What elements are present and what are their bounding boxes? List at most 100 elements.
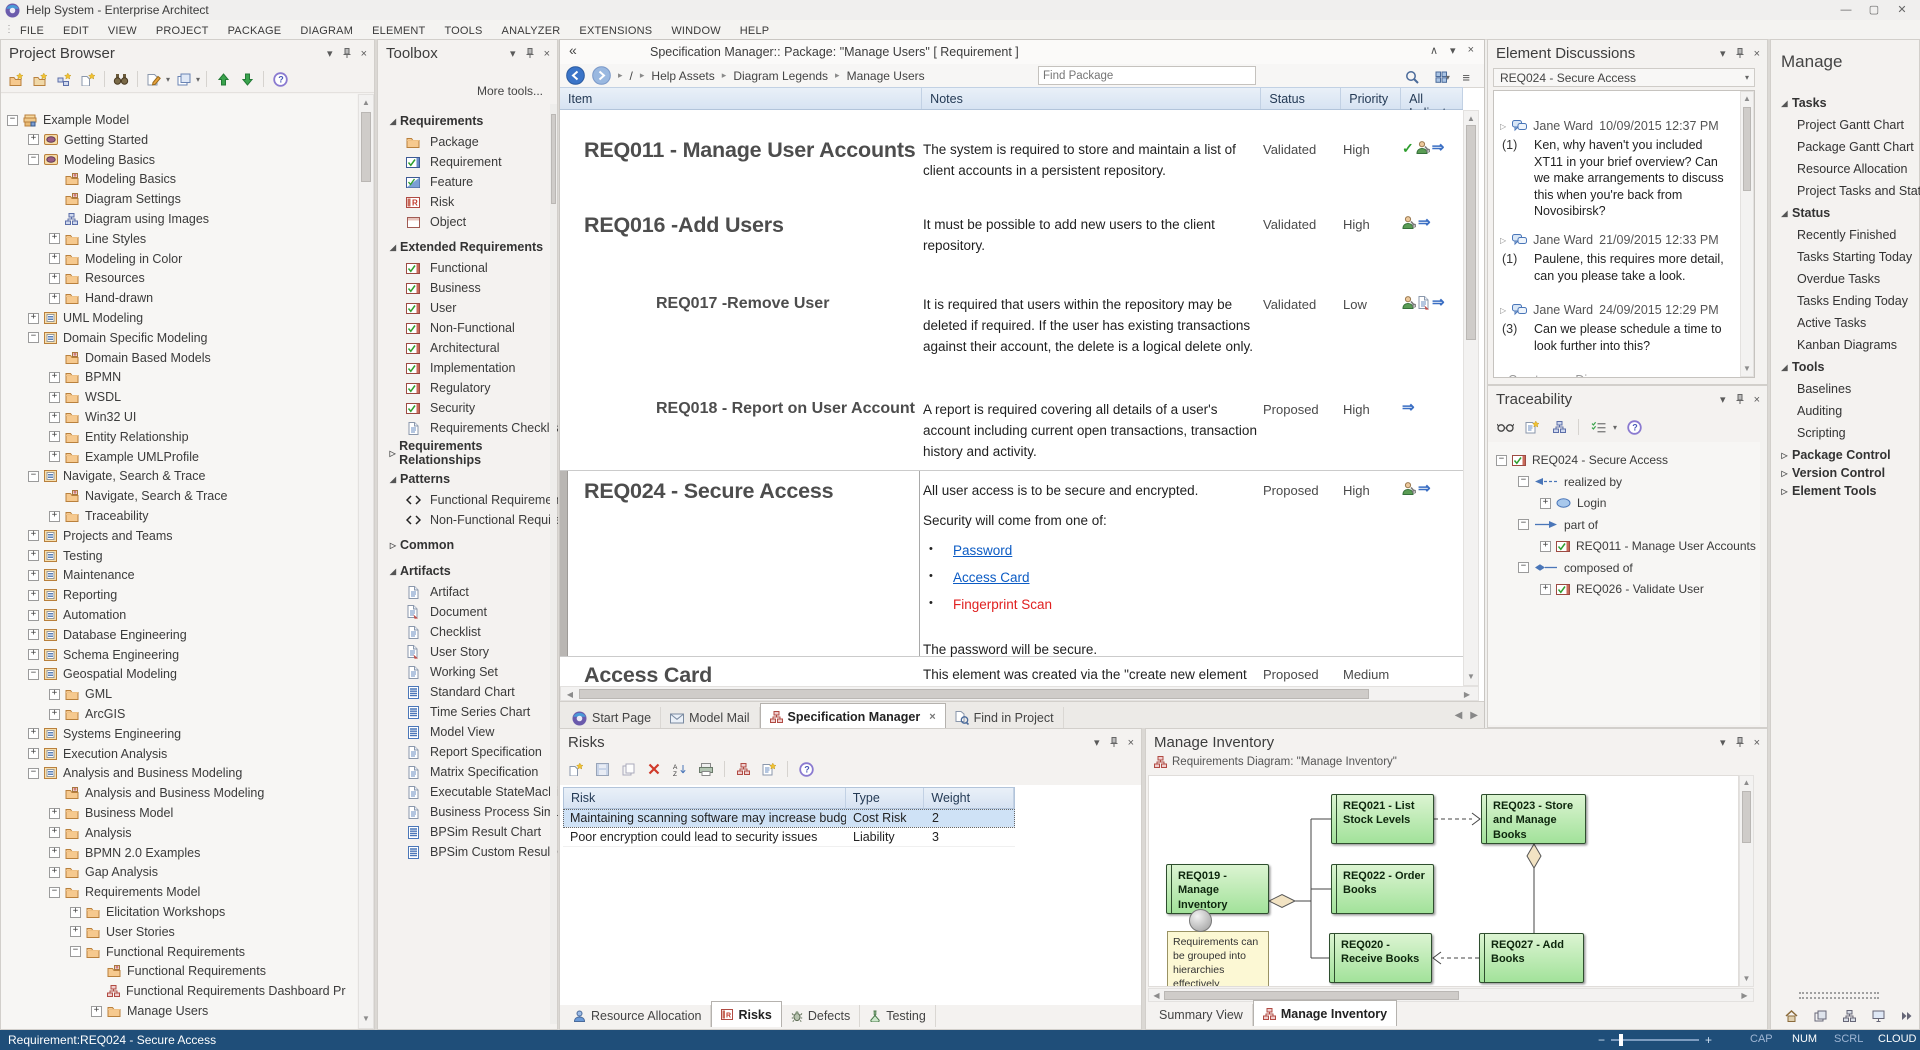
tree-item[interactable]: +GML [49, 684, 112, 704]
collapse-box[interactable]: − [28, 669, 39, 680]
forward-button[interactable] [592, 66, 611, 85]
expand-box[interactable]: + [28, 649, 39, 660]
help-button[interactable]: ? [796, 759, 816, 779]
toolbox-item[interactable]: Model View [378, 722, 494, 742]
manage-item[interactable]: Scripting [1797, 426, 1846, 440]
expand-box[interactable]: + [49, 233, 60, 244]
run-button[interactable] [1897, 1006, 1917, 1026]
toolbox-item[interactable]: Architectural [378, 338, 499, 358]
close-icon[interactable]: × [1468, 44, 1474, 57]
menu-help[interactable]: HELP [740, 25, 770, 37]
tab-scroll-right-icon[interactable]: ▶ [1470, 710, 1478, 721]
discussion-header[interactable]: ▷ Jane Ward 21/09/2015 12:33 PM [1500, 233, 1719, 247]
tab-defects[interactable]: Defects [782, 1005, 860, 1027]
menu-diagram[interactable]: DIAGRAM [300, 25, 353, 37]
tree-item[interactable]: −Navigate, Search & Trace [28, 466, 205, 486]
tree-item[interactable]: Domain Based Models [49, 348, 211, 368]
toolbox-section-requirements-relationships[interactable]: ▷Requirements Relationships [386, 442, 557, 464]
pin-icon[interactable] [1735, 394, 1745, 405]
new-diagram-button[interactable] [30, 69, 50, 89]
collapse-box[interactable]: − [28, 768, 39, 779]
toolbox-item[interactable]: BPSim Result Chart [378, 822, 541, 842]
toolbox-item[interactable]: Executable StateMachine [378, 782, 572, 802]
toolbox-item[interactable]: Report Specification [378, 742, 542, 762]
project-tree-scrollbar[interactable]: ▲ ▼ [358, 94, 374, 1029]
tree-item[interactable]: +Resources [49, 268, 145, 288]
zoom-slider[interactable] [1611, 1039, 1699, 1041]
spec-row[interactable]: Access Card This element was created via… [560, 655, 1463, 686]
manage-section-version-control[interactable]: ▷Version Control [1777, 466, 1885, 480]
trace-item[interactable]: −part of [1518, 515, 1598, 535]
expand-box[interactable]: + [49, 709, 60, 720]
tree-item[interactable]: +ArcGIS [49, 704, 125, 724]
toolbox-item[interactable]: User [378, 298, 456, 318]
diagram-horizontal-scrollbar[interactable]: ◀ ▶ [1148, 988, 1754, 1002]
pin-icon[interactable] [1735, 737, 1745, 748]
expand-box[interactable]: + [1540, 498, 1551, 509]
menu-edit[interactable]: EDIT [63, 25, 89, 37]
column-header-priority[interactable]: Priority [1341, 88, 1401, 109]
tree-item[interactable]: +BPMN [49, 367, 121, 387]
trace-item[interactable]: −realized by [1518, 472, 1622, 492]
expand-box[interactable]: + [49, 293, 60, 304]
dropdown-icon[interactable]: ▾ [1720, 47, 1726, 60]
tree-item[interactable]: +Example UMLProfile [49, 447, 199, 467]
toolbox-item[interactable]: Time Series Chart [378, 702, 530, 722]
manage-section-package-control[interactable]: ▷Package Control [1777, 448, 1891, 462]
manage-item[interactable]: Project Gantt Chart [1797, 118, 1904, 132]
expand-box[interactable]: + [49, 412, 60, 423]
new-document-button[interactable] [78, 69, 98, 89]
tree-item[interactable]: +BPMN 2.0 Examples [49, 843, 200, 863]
close-icon[interactable]: × [1754, 394, 1760, 406]
tree-item[interactable]: +Schema Engineering [28, 645, 179, 665]
tree-item[interactable]: −Example Model [7, 110, 129, 130]
toolbox-item[interactable]: Non-Functional Requiren [378, 510, 569, 530]
dropdown-icon[interactable]: ▾ [327, 47, 333, 60]
tree-item[interactable]: +Database Engineering [28, 625, 187, 645]
tree-item[interactable]: +Testing [28, 546, 103, 566]
sitemap-button[interactable] [1839, 1006, 1859, 1026]
expand-box[interactable]: + [28, 550, 39, 561]
move-down-button[interactable] [237, 69, 257, 89]
manage-item[interactable]: Kanban Diagrams [1797, 338, 1897, 352]
tab-specification-manager[interactable]: Specification Manager× [760, 703, 946, 729]
tree-item[interactable]: Diagram using Images [49, 209, 209, 229]
expand-box[interactable]: + [28, 629, 39, 640]
risks-col-weight[interactable]: Weight [924, 788, 1014, 808]
collapse-box[interactable]: − [7, 115, 18, 126]
close-icon[interactable]: × [544, 48, 550, 60]
menu-analyzer[interactable]: ANALYZER [502, 25, 561, 37]
print-button[interactable] [696, 759, 716, 779]
expand-box[interactable]: + [49, 827, 60, 838]
collapse-box[interactable]: − [28, 471, 39, 482]
expand-box[interactable]: + [28, 728, 39, 739]
menu-view[interactable]: VIEW [108, 25, 137, 37]
tree-item[interactable]: +Elicitation Workshops [70, 902, 225, 922]
trace-item[interactable]: +Login [1540, 493, 1606, 513]
tree-item[interactable]: +WSDL [49, 387, 121, 407]
dropdown-icon[interactable]: ▾ [1720, 736, 1726, 749]
tab-manage-inventory[interactable]: Manage Inventory [1253, 1000, 1397, 1026]
tree-item[interactable]: +Projects and Teams [28, 526, 173, 546]
toolbox-item[interactable]: Functional [378, 258, 488, 278]
tree-item[interactable]: +Maintenance [28, 565, 135, 585]
expand-box[interactable]: + [49, 808, 60, 819]
grid-view-button[interactable]: ▾ [1432, 67, 1452, 87]
breadcrumb-item[interactable]: Diagram Legends [733, 69, 828, 83]
toolbox-item[interactable]: Working Set [378, 662, 498, 682]
pin-icon[interactable] [525, 48, 535, 59]
spec-row[interactable]: REQ017 -Remove User It is required that … [560, 285, 1463, 390]
help-button[interactable]: ? [270, 69, 290, 89]
tab-find-in-project[interactable]: Find in Project [946, 707, 1064, 729]
dropdown-icon[interactable]: ▾ [1094, 736, 1100, 749]
close-tab-icon[interactable]: × [929, 711, 935, 723]
tree-item[interactable]: −Functional Requirements [70, 942, 245, 962]
toolbox-item[interactable]: Matrix Specification [378, 762, 538, 782]
trace-item[interactable]: +REQ026 - Validate User [1540, 579, 1704, 599]
collapse-box[interactable]: − [28, 154, 39, 165]
tree-item[interactable]: +Systems Engineering [28, 724, 181, 744]
documentation-button[interactable] [174, 69, 194, 89]
diagram-requirement-box[interactable]: REQ022 - Order Books [1331, 864, 1434, 914]
tab-summary-view[interactable]: Summary View [1150, 1004, 1253, 1026]
hierarchy-button[interactable] [733, 759, 753, 779]
